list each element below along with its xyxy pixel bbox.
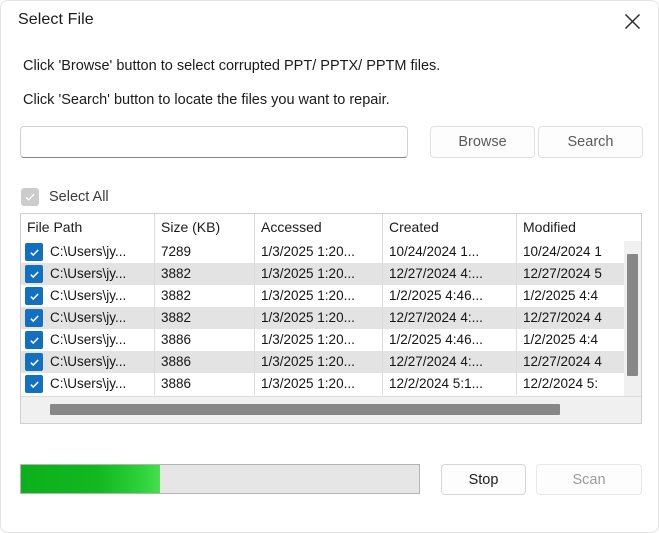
cell-created: 1/2/2025 4:46... — [382, 329, 516, 351]
instruction-line-2: Click 'Search' button to locate the file… — [23, 92, 390, 108]
cell-modified: 12/27/2024 4 — [516, 351, 625, 373]
table-body: C:\Users\jy... 7289 1/3/2025 1:20... 10/… — [21, 241, 625, 406]
file-path-text: C:\Users\jy... — [50, 332, 127, 347]
cell-size: 3886 — [154, 373, 254, 395]
cell-created: 12/2/2024 5:1... — [382, 373, 516, 395]
progress-bar-fill — [21, 465, 161, 493]
row-checkbox[interactable] — [25, 243, 43, 261]
table-row[interactable]: C:\Users\jy... 3886 1/3/2025 1:20... 1/2… — [21, 329, 625, 351]
cell-created: 12/27/2024 4:... — [382, 351, 516, 373]
file-path-text: C:\Users\jy... — [50, 376, 127, 391]
table-row[interactable]: C:\Users\jy... 3882 1/3/2025 1:20... 12/… — [21, 307, 625, 329]
cell-accessed: 1/3/2025 1:20... — [254, 351, 382, 373]
table-row[interactable]: C:\Users\jy... 3886 1/3/2025 1:20... 12/… — [21, 373, 625, 395]
file-table: File Path Size (KB) Accessed Created Mod… — [20, 213, 642, 424]
file-path-text: C:\Users\jy... — [50, 354, 127, 369]
cell-size: 3882 — [154, 285, 254, 307]
cell-file-path[interactable]: C:\Users\jy... — [21, 241, 154, 263]
cell-modified: 12/2/2024 5: — [516, 373, 625, 395]
table-row[interactable]: C:\Users\jy... 3882 1/3/2025 1:20... 12/… — [21, 263, 625, 285]
table-row[interactable]: C:\Users\jy... 3886 1/3/2025 1:20... 12/… — [21, 351, 625, 373]
table-row[interactable]: C:\Users\jy... 3882 1/3/2025 1:20... 1/2… — [21, 285, 625, 307]
cell-accessed: 1/3/2025 1:20... — [254, 285, 382, 307]
file-path-text: C:\Users\jy... — [50, 244, 127, 259]
select-all-checkbox[interactable] — [21, 188, 39, 206]
cell-file-path[interactable]: C:\Users\jy... — [21, 351, 154, 373]
instruction-line-1: Click 'Browse' button to select corrupte… — [23, 58, 441, 74]
cell-modified: 10/24/2024 1 — [516, 241, 625, 263]
row-checkbox[interactable] — [25, 331, 43, 349]
cell-size: 3886 — [154, 351, 254, 373]
select-file-dialog: Select File Click 'Browse' button to sel… — [0, 0, 659, 533]
cell-created: 1/2/2025 4:46... — [382, 285, 516, 307]
select-all-label: Select All — [49, 189, 109, 205]
cell-created: 10/24/2024 1... — [382, 241, 516, 263]
cell-file-path[interactable]: C:\Users\jy... — [21, 373, 154, 395]
cell-file-path[interactable]: C:\Users\jy... — [21, 307, 154, 329]
cell-created: 12/27/2024 4:... — [382, 307, 516, 329]
cell-size: 7289 — [154, 241, 254, 263]
row-checkbox[interactable] — [25, 353, 43, 371]
file-path-input[interactable] — [20, 126, 408, 158]
title-bar: Select File — [1, 1, 658, 42]
cell-file-path[interactable]: C:\Users\jy... — [21, 263, 154, 285]
file-path-text: C:\Users\jy... — [50, 266, 127, 281]
file-path-text: C:\Users\jy... — [50, 310, 127, 325]
row-checkbox[interactable] — [25, 309, 43, 327]
stop-button[interactable]: Stop — [441, 464, 526, 495]
close-icon[interactable] — [612, 5, 652, 37]
cell-size: 3882 — [154, 307, 254, 329]
cell-accessed: 1/3/2025 1:20... — [254, 373, 382, 395]
search-button[interactable]: Search — [538, 126, 643, 158]
cell-modified: 1/2/2025 4:4 — [516, 329, 625, 351]
row-checkbox[interactable] — [25, 287, 43, 305]
horizontal-scrollbar-thumb[interactable] — [50, 404, 560, 415]
column-header-size[interactable]: Size (KB) — [154, 214, 254, 241]
cell-accessed: 1/3/2025 1:20... — [254, 241, 382, 263]
scan-button[interactable]: Scan — [536, 464, 642, 495]
row-checkbox[interactable] — [25, 265, 43, 283]
column-header-modified[interactable]: Modified — [516, 214, 641, 241]
dialog-title: Select File — [18, 11, 94, 28]
cell-size: 3886 — [154, 329, 254, 351]
cell-created: 12/27/2024 4:... — [382, 263, 516, 285]
file-path-text: C:\Users\jy... — [50, 288, 127, 303]
column-header-accessed[interactable]: Accessed — [254, 214, 382, 241]
cell-modified: 1/2/2025 4:4 — [516, 285, 625, 307]
cell-file-path[interactable]: C:\Users\jy... — [21, 285, 154, 307]
cell-accessed: 1/3/2025 1:20... — [254, 307, 382, 329]
cell-accessed: 1/3/2025 1:20... — [254, 263, 382, 285]
table-row[interactable]: C:\Users\jy... 7289 1/3/2025 1:20... 10/… — [21, 241, 625, 263]
cell-modified: 12/27/2024 4 — [516, 307, 625, 329]
progress-bar — [20, 464, 420, 494]
cell-accessed: 1/3/2025 1:20... — [254, 329, 382, 351]
column-header-file-path[interactable]: File Path — [21, 214, 154, 241]
select-all-row[interactable]: Select All — [21, 187, 109, 207]
cell-size: 3882 — [154, 263, 254, 285]
column-header-created[interactable]: Created — [382, 214, 516, 241]
cell-file-path[interactable]: C:\Users\jy... — [21, 329, 154, 351]
row-checkbox[interactable] — [25, 375, 43, 393]
vertical-scrollbar-thumb[interactable] — [627, 254, 638, 376]
browse-button[interactable]: Browse — [430, 126, 535, 158]
table-vertical-scrollbar[interactable] — [624, 241, 641, 414]
cell-modified: 12/27/2024 5 — [516, 263, 625, 285]
table-horizontal-scrollbar[interactable] — [21, 396, 641, 423]
table-header-row: File Path Size (KB) Accessed Created Mod… — [21, 214, 641, 242]
